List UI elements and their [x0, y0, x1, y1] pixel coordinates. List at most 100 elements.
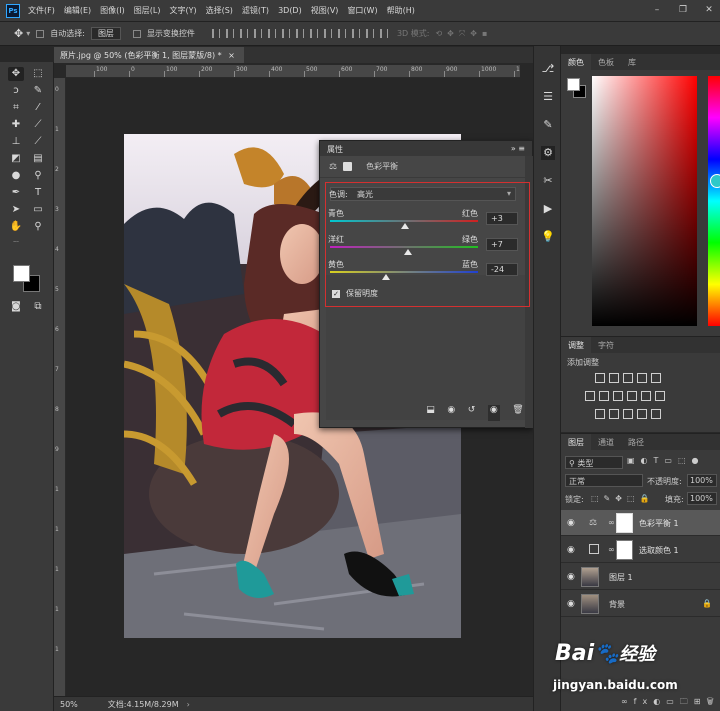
threshold-icon[interactable] [623, 409, 633, 419]
curves-icon[interactable] [623, 373, 633, 383]
fill-input[interactable]: 100% [687, 492, 717, 505]
layer-row-background[interactable]: ◉ 背景 🔒 [561, 591, 720, 617]
menu-filter[interactable]: 滤镜(T) [242, 5, 269, 16]
layer-row-selective-color[interactable]: ◉ ∞ 选取颜色 1 [561, 537, 720, 563]
distribute-top-icon[interactable] [295, 29, 304, 38]
menu-type[interactable]: 文字(Y) [169, 5, 196, 16]
tab-libraries[interactable]: 库 [621, 54, 643, 70]
slider-thumb[interactable] [401, 223, 410, 229]
screen-mode-icon[interactable]: ⧉ [30, 300, 46, 314]
auto-align-icon[interactable] [379, 29, 388, 38]
align-top-icon[interactable] [211, 29, 220, 38]
quick-select-icon[interactable]: ✎ [30, 84, 46, 98]
tab-paths[interactable]: 路径 [621, 434, 651, 450]
hand-tool-icon[interactable]: ✋ [8, 220, 24, 234]
tab-color[interactable]: 颜色 [561, 54, 591, 70]
clip-to-layer-icon[interactable]: ⬓ [426, 405, 435, 421]
distribute-bottom-icon[interactable] [323, 29, 332, 38]
hue-slider[interactable] [708, 76, 720, 326]
healing-brush-icon[interactable]: ✚ [8, 118, 24, 132]
eye-icon[interactable]: ◉ [567, 518, 575, 528]
menu-layer[interactable]: 图层(L) [134, 5, 161, 16]
history-brush-icon[interactable]: ⟋ [30, 135, 46, 149]
invert-icon[interactable] [595, 409, 605, 419]
auto-select-dropdown[interactable]: 图层 [90, 27, 121, 40]
link-icon[interactable]: ∞ [608, 545, 615, 554]
levels-icon[interactable] [609, 373, 619, 383]
lightbulb-icon[interactable]: 💡 [541, 230, 555, 244]
brush-settings-icon[interactable]: ✎ [541, 118, 555, 132]
align-left-icon[interactable] [253, 29, 262, 38]
photo-filter-icon[interactable] [627, 391, 637, 401]
crop-tool-icon[interactable]: ⌗ [8, 101, 24, 115]
vibrance-icon[interactable] [651, 373, 661, 383]
move-tool-icon[interactable]: ✥ [14, 27, 23, 40]
rectangle-tool-icon[interactable]: ▭ [30, 203, 46, 217]
menu-help[interactable]: 帮助(H) [387, 5, 415, 16]
opacity-input[interactable]: 100% [687, 474, 717, 487]
hue-marker[interactable] [710, 174, 720, 188]
tab-adjustments[interactable]: 调整 [561, 337, 591, 353]
delete-icon[interactable]: 🗑 [512, 405, 523, 421]
close-window-icon[interactable]: ✕ [702, 3, 716, 17]
slider-value-input[interactable]: +3 [486, 212, 518, 225]
slider-value-input[interactable]: -24 [486, 263, 518, 276]
clone-stamp-icon[interactable]: ⊥ [8, 135, 24, 149]
layer-row-layer1[interactable]: ◉ 图层 1 [561, 564, 720, 590]
more-tools-icon[interactable]: ··· [8, 240, 24, 246]
color-balance-adj-icon[interactable] [599, 391, 609, 401]
layer-name[interactable]: 图层 1 [609, 572, 633, 583]
history-icon[interactable]: ⎇ [541, 62, 555, 76]
slider-thumb[interactable] [382, 274, 391, 280]
properties-icon[interactable]: ⚙ [541, 146, 555, 160]
gradient-icon[interactable]: ▤ [30, 152, 46, 166]
marquee-tool-icon[interactable]: ⬚ [30, 67, 46, 81]
distribute-vcenter-icon[interactable] [309, 29, 318, 38]
posterize-icon[interactable] [609, 409, 619, 419]
layer-row-color-balance[interactable]: ◉ ⚖ ∞ 色彩平衡 1 [561, 510, 720, 536]
gradient-map-icon[interactable] [637, 409, 647, 419]
eye-icon[interactable]: ◉ [567, 572, 575, 582]
align-bottom-icon[interactable] [239, 29, 248, 38]
adjustments-icon[interactable]: ☰ [541, 90, 555, 104]
type-tool-icon[interactable]: T [30, 186, 46, 200]
layer-name[interactable]: 色彩平衡 1 [639, 518, 679, 529]
align-hcenter-icon[interactable] [267, 29, 276, 38]
play-icon[interactable]: ▶ [541, 202, 555, 216]
selective-color-icon[interactable] [651, 409, 661, 419]
maximize-icon[interactable]: ❐ [676, 3, 690, 17]
layer-footer-icons[interactable]: ∞fx◐▭🗀⊞🗑 [621, 696, 720, 710]
tools-preset-icon[interactable]: ✂ [541, 174, 555, 188]
layer-name[interactable]: 选取颜色 1 [639, 545, 679, 556]
align-right-icon[interactable] [281, 29, 290, 38]
document-tab[interactable]: 原片.jpg @ 50% (色彩平衡 1, 图层蒙版/8) * × [54, 47, 244, 63]
slider-track[interactable] [330, 271, 478, 273]
mask-icon[interactable] [343, 162, 353, 171]
tab-channels[interactable]: 通道 [591, 434, 621, 450]
slider-track[interactable] [330, 246, 478, 248]
menu-file[interactable]: 文件(F) [28, 5, 55, 16]
menu-image[interactable]: 图像(I) [100, 5, 125, 16]
panel-menu-icon[interactable]: » ≡ [511, 144, 525, 153]
status-arrow-icon[interactable]: › [187, 700, 190, 709]
eye-icon[interactable]: ◉ [567, 545, 575, 555]
lasso-tool-icon[interactable]: ↄ [8, 84, 24, 98]
menu-select[interactable]: 选择(S) [206, 5, 233, 16]
layer-name[interactable]: 背景 [609, 599, 625, 610]
tab-layers[interactable]: 图层 [561, 434, 591, 450]
visibility-icon[interactable]: ◉ [487, 405, 500, 421]
menu-window[interactable]: 窗口(W) [347, 5, 377, 16]
slider-track[interactable] [330, 220, 478, 222]
3d-mode-icons[interactable]: ⟲✥⤧✥▪ [435, 29, 492, 39]
lock-icons[interactable]: ⬚✎✥⬚🔒 [591, 494, 654, 503]
eye-icon[interactable]: ◉ [567, 599, 575, 609]
eyedropper-icon[interactable]: ⁄ [30, 101, 46, 115]
distribute-hcenter-icon[interactable] [351, 29, 360, 38]
menu-view[interactable]: 视图(V) [311, 5, 339, 16]
tab-swatches[interactable]: 色板 [591, 54, 621, 70]
layer-thumbnail[interactable] [581, 567, 599, 587]
brightness-icon[interactable] [595, 373, 605, 383]
minimize-icon[interactable]: – [650, 3, 664, 17]
dodge-tool-icon[interactable]: ⚲ [30, 169, 46, 183]
exposure-icon[interactable] [637, 373, 647, 383]
